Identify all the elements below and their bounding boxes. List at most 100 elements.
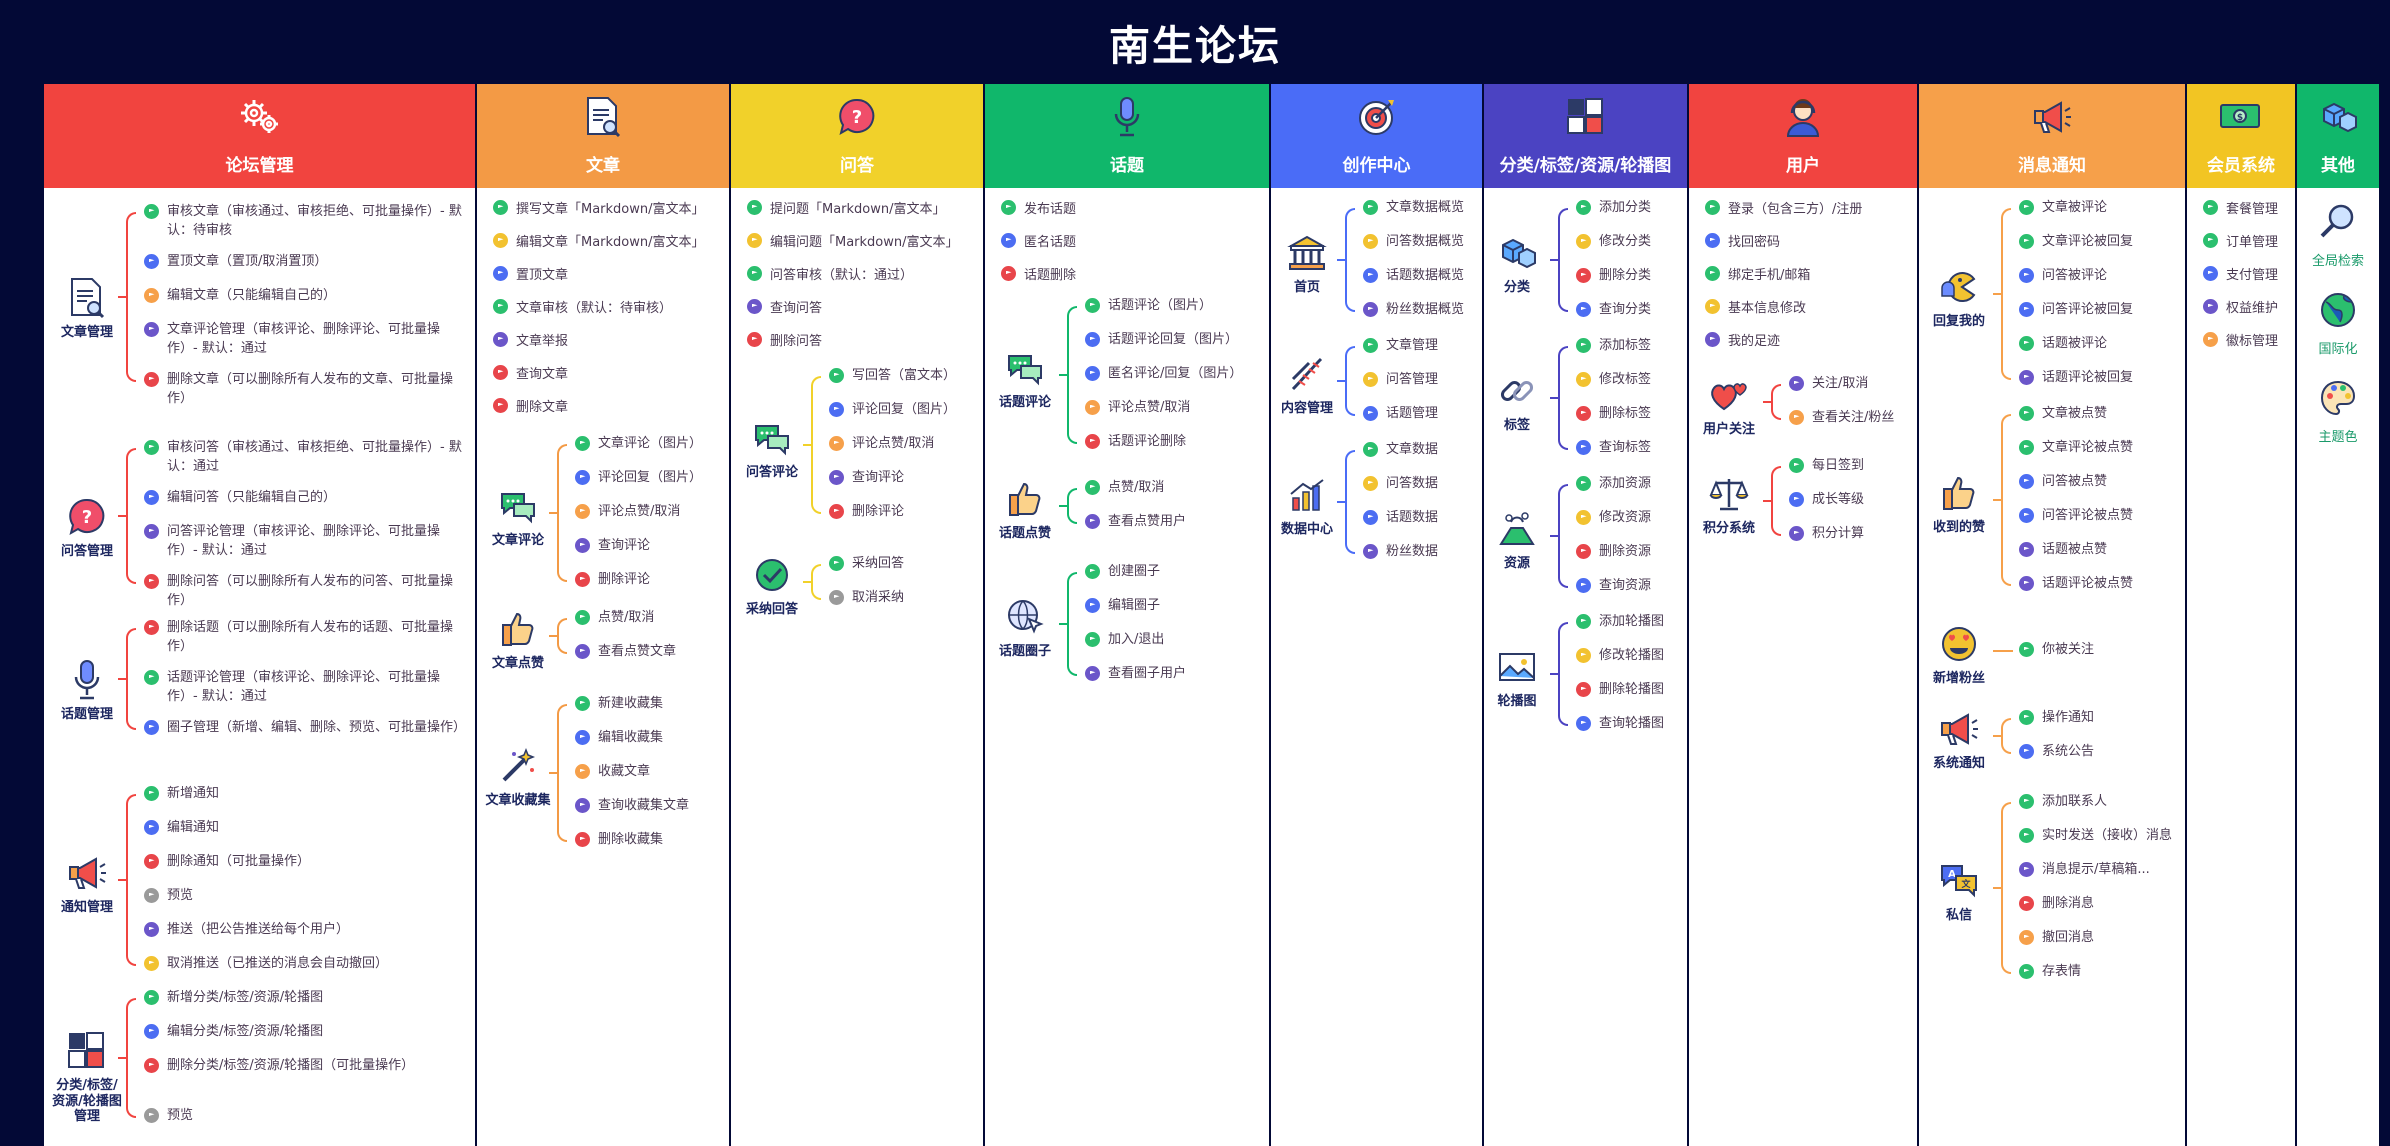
column-header[interactable]: ? 问答 — [731, 84, 983, 188]
column-header[interactable]: 分类/标签/资源/轮播图 — [1484, 84, 1687, 188]
branch-item[interactable]: 删除收藏集 — [575, 830, 719, 849]
branch-item[interactable]: 新建收藏集 — [575, 694, 719, 713]
branch-item[interactable]: 查询轮播图 — [1576, 714, 1677, 733]
branch-item[interactable]: 实时发送（接收）消息 — [2019, 826, 2175, 845]
column-header[interactable]: 文章 — [477, 84, 729, 188]
branch-item[interactable]: 话题被点赞 — [2019, 540, 2175, 559]
branch-item[interactable]: 存表情 — [2019, 962, 2175, 981]
branch-item[interactable]: 查询分类 — [1576, 300, 1677, 319]
list-item[interactable]: 删除问答 — [747, 330, 822, 349]
branch-item[interactable]: 话题评论回复（图片） — [1085, 330, 1259, 349]
branch-item[interactable]: 系统公告 — [2019, 742, 2175, 761]
branch-item[interactable]: 每日签到 — [1789, 456, 1907, 475]
branch-item[interactable]: 圈子管理（新增、编辑、删除、预览、可批量操作） — [144, 718, 466, 737]
branch-item[interactable]: 文章评论被回复 — [2019, 232, 2175, 251]
list-item[interactable]: 登录（包含三方）/注册 — [1705, 198, 1862, 217]
column-header[interactable]: 论坛管理 — [44, 84, 475, 188]
branch-item[interactable]: 修改标签 — [1576, 370, 1677, 389]
group-label[interactable]: 首页 — [1271, 230, 1343, 296]
branch-item[interactable]: 话题评论被回复 — [2019, 368, 2175, 387]
branch-item[interactable]: 点赞/取消 — [1085, 478, 1259, 497]
branch-item[interactable]: 查询收藏集文章 — [575, 796, 719, 815]
branch-item[interactable]: 查看关注/粉丝 — [1789, 408, 1907, 427]
branch-item[interactable]: 查询标签 — [1576, 438, 1677, 457]
branch-item[interactable]: 问答被点赞 — [2019, 472, 2175, 491]
branch-item[interactable]: 添加标签 — [1576, 336, 1677, 355]
group-label[interactable]: 文章收藏集 — [481, 743, 555, 809]
list-item[interactable]: 订单管理 — [2203, 231, 2278, 250]
branch-item[interactable]: 问答管理 — [1363, 370, 1472, 389]
column-header[interactable]: $ 会员系统 — [2187, 84, 2295, 188]
branch-item[interactable]: 问答数据 — [1363, 474, 1472, 493]
branch-item[interactable]: 查看圈子用户 — [1085, 664, 1259, 683]
column-header[interactable]: 用户 — [1689, 84, 1917, 188]
branch-item[interactable]: 查看点赞用户 — [1085, 512, 1259, 531]
branch-item[interactable]: 成长等级 — [1789, 490, 1907, 509]
branch-item[interactable]: 话题评论被点赞 — [2019, 574, 2175, 593]
branch-item[interactable]: 预览 — [144, 1106, 465, 1125]
branch-item[interactable]: 文章评论（图片） — [575, 434, 719, 453]
branch-item[interactable]: 预览 — [144, 886, 465, 905]
list-item[interactable]: 提问题「Markdown/富文本」 — [747, 198, 946, 217]
branch-item[interactable]: 评论点赞/取消 — [575, 502, 719, 521]
list-item[interactable]: 编辑文章「Markdown/富文本」 — [493, 231, 705, 250]
list-item[interactable]: 撰写文章「Markdown/富文本」 — [493, 198, 705, 217]
group-label[interactable]: 数据中心 — [1271, 472, 1343, 538]
branch-item[interactable]: 话题评论管理（审核评论、删除评论、可批量操作）- 默认：通过 — [144, 668, 465, 706]
group-label[interactable]: ? 问答管理 — [50, 494, 124, 560]
feature-tile[interactable]: 全局检索 — [2297, 202, 2379, 269]
branch-item[interactable]: 查看点赞文章 — [575, 642, 719, 661]
list-item[interactable]: 查询问答 — [747, 297, 822, 316]
list-item[interactable]: 查询文章 — [493, 363, 568, 382]
branch-item[interactable]: 问答评论被回复 — [2019, 300, 2175, 319]
group-label[interactable]: 新增粉丝 — [1919, 621, 1999, 687]
branch-item[interactable]: 话题评论删除 — [1085, 432, 1259, 451]
list-item[interactable]: 匿名话题 — [1001, 231, 1076, 250]
branch-item[interactable]: 问答被评论 — [2019, 266, 2175, 285]
group-label[interactable]: 积分系统 — [1689, 471, 1769, 537]
branch-item[interactable]: 编辑圈子 — [1085, 596, 1259, 615]
branch-item[interactable]: 删除评论 — [575, 570, 719, 589]
group-label[interactable]: 收到的赞 — [1919, 470, 1999, 536]
branch-item[interactable]: 操作通知 — [2019, 708, 2175, 727]
branch-item[interactable]: 创建圈子 — [1085, 562, 1259, 581]
column-header[interactable]: 其他 — [2297, 84, 2379, 188]
group-label[interactable]: 用户关注 — [1689, 372, 1769, 438]
branch-item[interactable]: 写回答（富文本） — [829, 366, 973, 385]
branch-item[interactable]: 编辑分类/标签/资源/轮播图 — [144, 1022, 465, 1041]
branch-item[interactable]: 文章数据概览 — [1363, 198, 1472, 217]
branch-item[interactable]: 删除问答（可以删除所有人发布的问答、可批量操作） — [144, 572, 465, 610]
branch-item[interactable]: 话题被评论 — [2019, 334, 2175, 353]
group-label[interactable]: 内容管理 — [1271, 351, 1343, 417]
group-label[interactable]: 话题评论 — [985, 345, 1065, 411]
branch-item[interactable]: 评论回复（图片） — [575, 468, 719, 487]
branch-item[interactable]: 审核文章（审核通过、审核拒绝、可批量操作）- 默认：待审核 — [144, 202, 465, 240]
feature-tile[interactable]: 国际化 — [2297, 290, 2379, 357]
branch-item[interactable]: 查询评论 — [829, 468, 973, 487]
branch-item[interactable]: 审核问答（审核通过、审核拒绝、可批量操作）- 默认：通过 — [144, 438, 465, 476]
branch-item[interactable]: 粉丝数据 — [1363, 542, 1472, 561]
branch-item[interactable]: 删除消息 — [2019, 894, 2175, 913]
feature-tile[interactable]: 主题色 — [2297, 378, 2379, 445]
list-item[interactable]: 权益维护 — [2203, 297, 2278, 316]
branch-item[interactable]: 编辑通知 — [144, 818, 465, 837]
group-label[interactable]: 通知管理 — [50, 850, 124, 916]
list-item[interactable]: 发布话题 — [1001, 198, 1076, 217]
branch-item[interactable]: 添加轮播图 — [1576, 612, 1677, 631]
branch-item[interactable]: 删除文章（可以删除所有人发布的文章、可批量操作） — [144, 370, 465, 408]
branch-item[interactable]: 问答评论管理（审核评论、删除评论、可批量操作）- 默认：通过 — [144, 522, 465, 560]
branch-item[interactable]: 话题管理 — [1363, 404, 1472, 423]
list-item[interactable]: 文章举报 — [493, 330, 568, 349]
column-header[interactable]: 消息通知 — [1919, 84, 2185, 188]
list-item[interactable]: 找回密码 — [1705, 231, 1780, 250]
branch-item[interactable]: 你被关注 — [2019, 640, 2175, 659]
branch-item[interactable]: 编辑收藏集 — [575, 728, 719, 747]
list-item[interactable]: 支付管理 — [2203, 264, 2278, 283]
group-label[interactable]: 问答评论 — [735, 415, 809, 481]
group-label[interactable]: 回复我的 — [1919, 264, 1999, 330]
branch-item[interactable]: 删除分类/标签/资源/轮播图（可批量操作） — [144, 1056, 465, 1075]
group-label[interactable]: 话题管理 — [50, 657, 124, 723]
branch-item[interactable]: 查询资源 — [1576, 576, 1677, 595]
branch-item[interactable]: 采纳回答 — [829, 554, 973, 573]
group-label[interactable]: 系统通知 — [1919, 706, 1999, 772]
